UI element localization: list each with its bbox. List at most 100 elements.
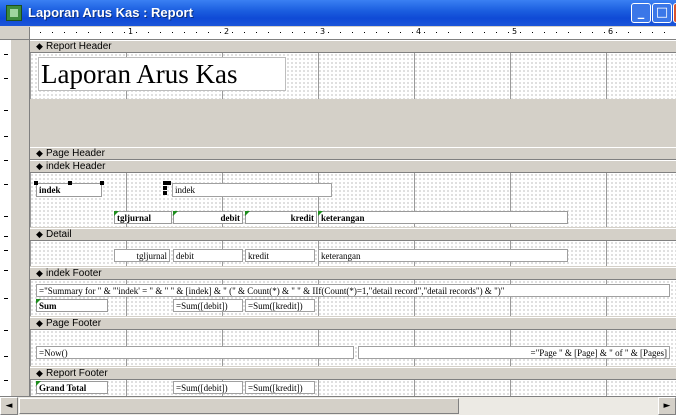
ruler-tick <box>292 32 293 33</box>
section-bar-page-footer[interactable]: ◆ Page Footer <box>30 317 676 330</box>
ruler-tick <box>208 32 209 33</box>
indek-label[interactable]: indek <box>36 183 102 197</box>
section-marker-icon: ◆ <box>36 41 43 51</box>
column-label-debit[interactable]: debit <box>173 211 243 224</box>
ruler-tick <box>184 32 185 33</box>
ruler-tick <box>124 32 125 33</box>
ruler-tick <box>4 356 8 357</box>
section-title: indek Footer <box>46 268 102 279</box>
ruler-tick <box>496 32 497 33</box>
selection-handle[interactable] <box>100 181 104 185</box>
ruler-tick <box>52 32 53 33</box>
ruler-tick <box>76 32 77 33</box>
detail-field-tgljurnal[interactable]: tgljurnal <box>114 249 170 262</box>
ruler-tick <box>484 32 485 33</box>
ruler-number-3: 3 <box>320 27 326 36</box>
horizontal-scrollbar[interactable]: ◄ ► <box>0 396 676 415</box>
ruler-tick <box>268 32 269 33</box>
ruler-tick <box>232 32 233 33</box>
title-bar[interactable]: Laporan Arus Kas : Report _ □ X <box>0 0 676 26</box>
detail-field-keterangan[interactable]: keterangan <box>318 249 568 262</box>
section-marker-icon: ◆ <box>36 148 43 158</box>
section-selector-column[interactable] <box>11 40 30 396</box>
ruler-tick <box>568 32 569 33</box>
ruler-tick <box>4 236 8 237</box>
ruler-tick <box>508 32 509 33</box>
section-bar-page-header[interactable]: ◆ Page Header <box>30 147 676 160</box>
ruler-tick <box>628 32 629 33</box>
ruler-tick <box>352 32 353 33</box>
ruler-tick <box>4 184 8 185</box>
ruler-number-1: 1 <box>128 27 134 36</box>
ruler-tick <box>112 32 113 33</box>
ruler-tick <box>376 32 377 33</box>
selection-handle[interactable] <box>34 181 38 185</box>
ruler-tick <box>340 32 341 33</box>
grand-total-label[interactable]: Grand Total <box>36 381 108 394</box>
section-marker-icon: ◆ <box>36 268 43 278</box>
ruler-tick <box>4 216 8 217</box>
selection-handle[interactable] <box>68 181 72 185</box>
ruler-tick <box>664 32 665 33</box>
report-title-label[interactable]: Laporan Arus Kas <box>38 57 286 91</box>
ruler-number-2: 2 <box>224 27 230 36</box>
scrollbar-thumb[interactable] <box>19 398 459 414</box>
ruler-corner[interactable] <box>0 27 30 39</box>
sum-kredit-field[interactable]: =Sum([kredit]) <box>245 299 315 312</box>
selection-handle[interactable] <box>163 186 167 190</box>
ruler-tick <box>388 32 389 33</box>
ruler-number-5: 5 <box>512 27 518 36</box>
ruler-tick <box>4 110 8 111</box>
error-indicator-icon <box>173 211 178 216</box>
ruler-tick <box>616 32 617 33</box>
column-label-kredit[interactable]: kredit <box>245 211 317 224</box>
selection-handle[interactable] <box>167 181 171 185</box>
maximize-button[interactable]: □ <box>652 3 672 23</box>
section-bar-indek-footer[interactable]: ◆ indek Footer <box>30 267 676 280</box>
ruler-tick <box>592 32 593 33</box>
minimize-button[interactable]: _ <box>631 3 651 23</box>
section-title: Report Footer <box>46 368 108 379</box>
ruler-tick <box>4 136 8 137</box>
ruler-tick <box>64 32 65 33</box>
horizontal-ruler[interactable]: 1 2 3 4 5 6 <box>0 27 676 40</box>
selection-handle[interactable] <box>163 191 167 195</box>
sum-label[interactable]: Sum <box>36 299 108 312</box>
error-indicator-icon <box>114 211 119 216</box>
column-label-tgljurnal[interactable]: tgljurnal <box>114 211 172 224</box>
scroll-left-button[interactable]: ◄ <box>0 397 18 415</box>
ruler-tick <box>136 32 137 33</box>
section-marker-icon: ◆ <box>36 161 43 171</box>
report-design-window: Laporan Arus Kas : Report _ □ X 1 2 3 4 … <box>0 0 676 415</box>
report-footer-area[interactable] <box>30 380 676 396</box>
ruler-tick <box>148 32 149 33</box>
ruler-tick <box>244 32 245 33</box>
ruler-tick <box>172 32 173 33</box>
ruler-tick <box>4 54 8 55</box>
column-label-keterangan[interactable]: keterangan <box>318 211 568 224</box>
grand-total-kredit-field[interactable]: =Sum([kredit]) <box>245 381 315 394</box>
detail-field-debit[interactable]: debit <box>173 249 243 262</box>
section-title: Report Header <box>46 41 112 52</box>
section-bar-detail[interactable]: ◆ Detail <box>30 228 676 241</box>
grand-total-debit-field[interactable]: =Sum([debit]) <box>173 381 243 394</box>
summary-expression-field[interactable]: ="Summary for " & "'indek' = " & " " & [… <box>36 284 670 297</box>
ruler-tick <box>4 78 8 79</box>
section-bar-report-footer[interactable]: ◆ Report Footer <box>30 367 676 380</box>
detail-field-kredit[interactable]: kredit <box>245 249 315 262</box>
ruler-tick <box>328 32 329 33</box>
now-field[interactable]: =Now() <box>36 346 354 359</box>
sum-debit-field[interactable]: =Sum([debit]) <box>173 299 243 312</box>
section-bar-indek-header[interactable]: ◆ indek Header <box>30 160 676 173</box>
scroll-right-button[interactable]: ► <box>658 397 676 415</box>
section-marker-icon: ◆ <box>36 229 43 239</box>
section-title: Page Header <box>46 148 105 159</box>
ruler-tick <box>544 32 545 33</box>
ruler-tick <box>40 32 41 33</box>
section-bar-report-header[interactable]: ◆ Report Header <box>30 40 676 53</box>
indek-field[interactable]: indek <box>172 183 332 197</box>
ruler-tick <box>4 250 8 251</box>
ruler-tick <box>256 32 257 33</box>
scroll-left-icon: ◄ <box>5 401 13 411</box>
page-number-field[interactable]: ="Page " & [Page] & " of " & [Pages] <box>358 346 670 359</box>
